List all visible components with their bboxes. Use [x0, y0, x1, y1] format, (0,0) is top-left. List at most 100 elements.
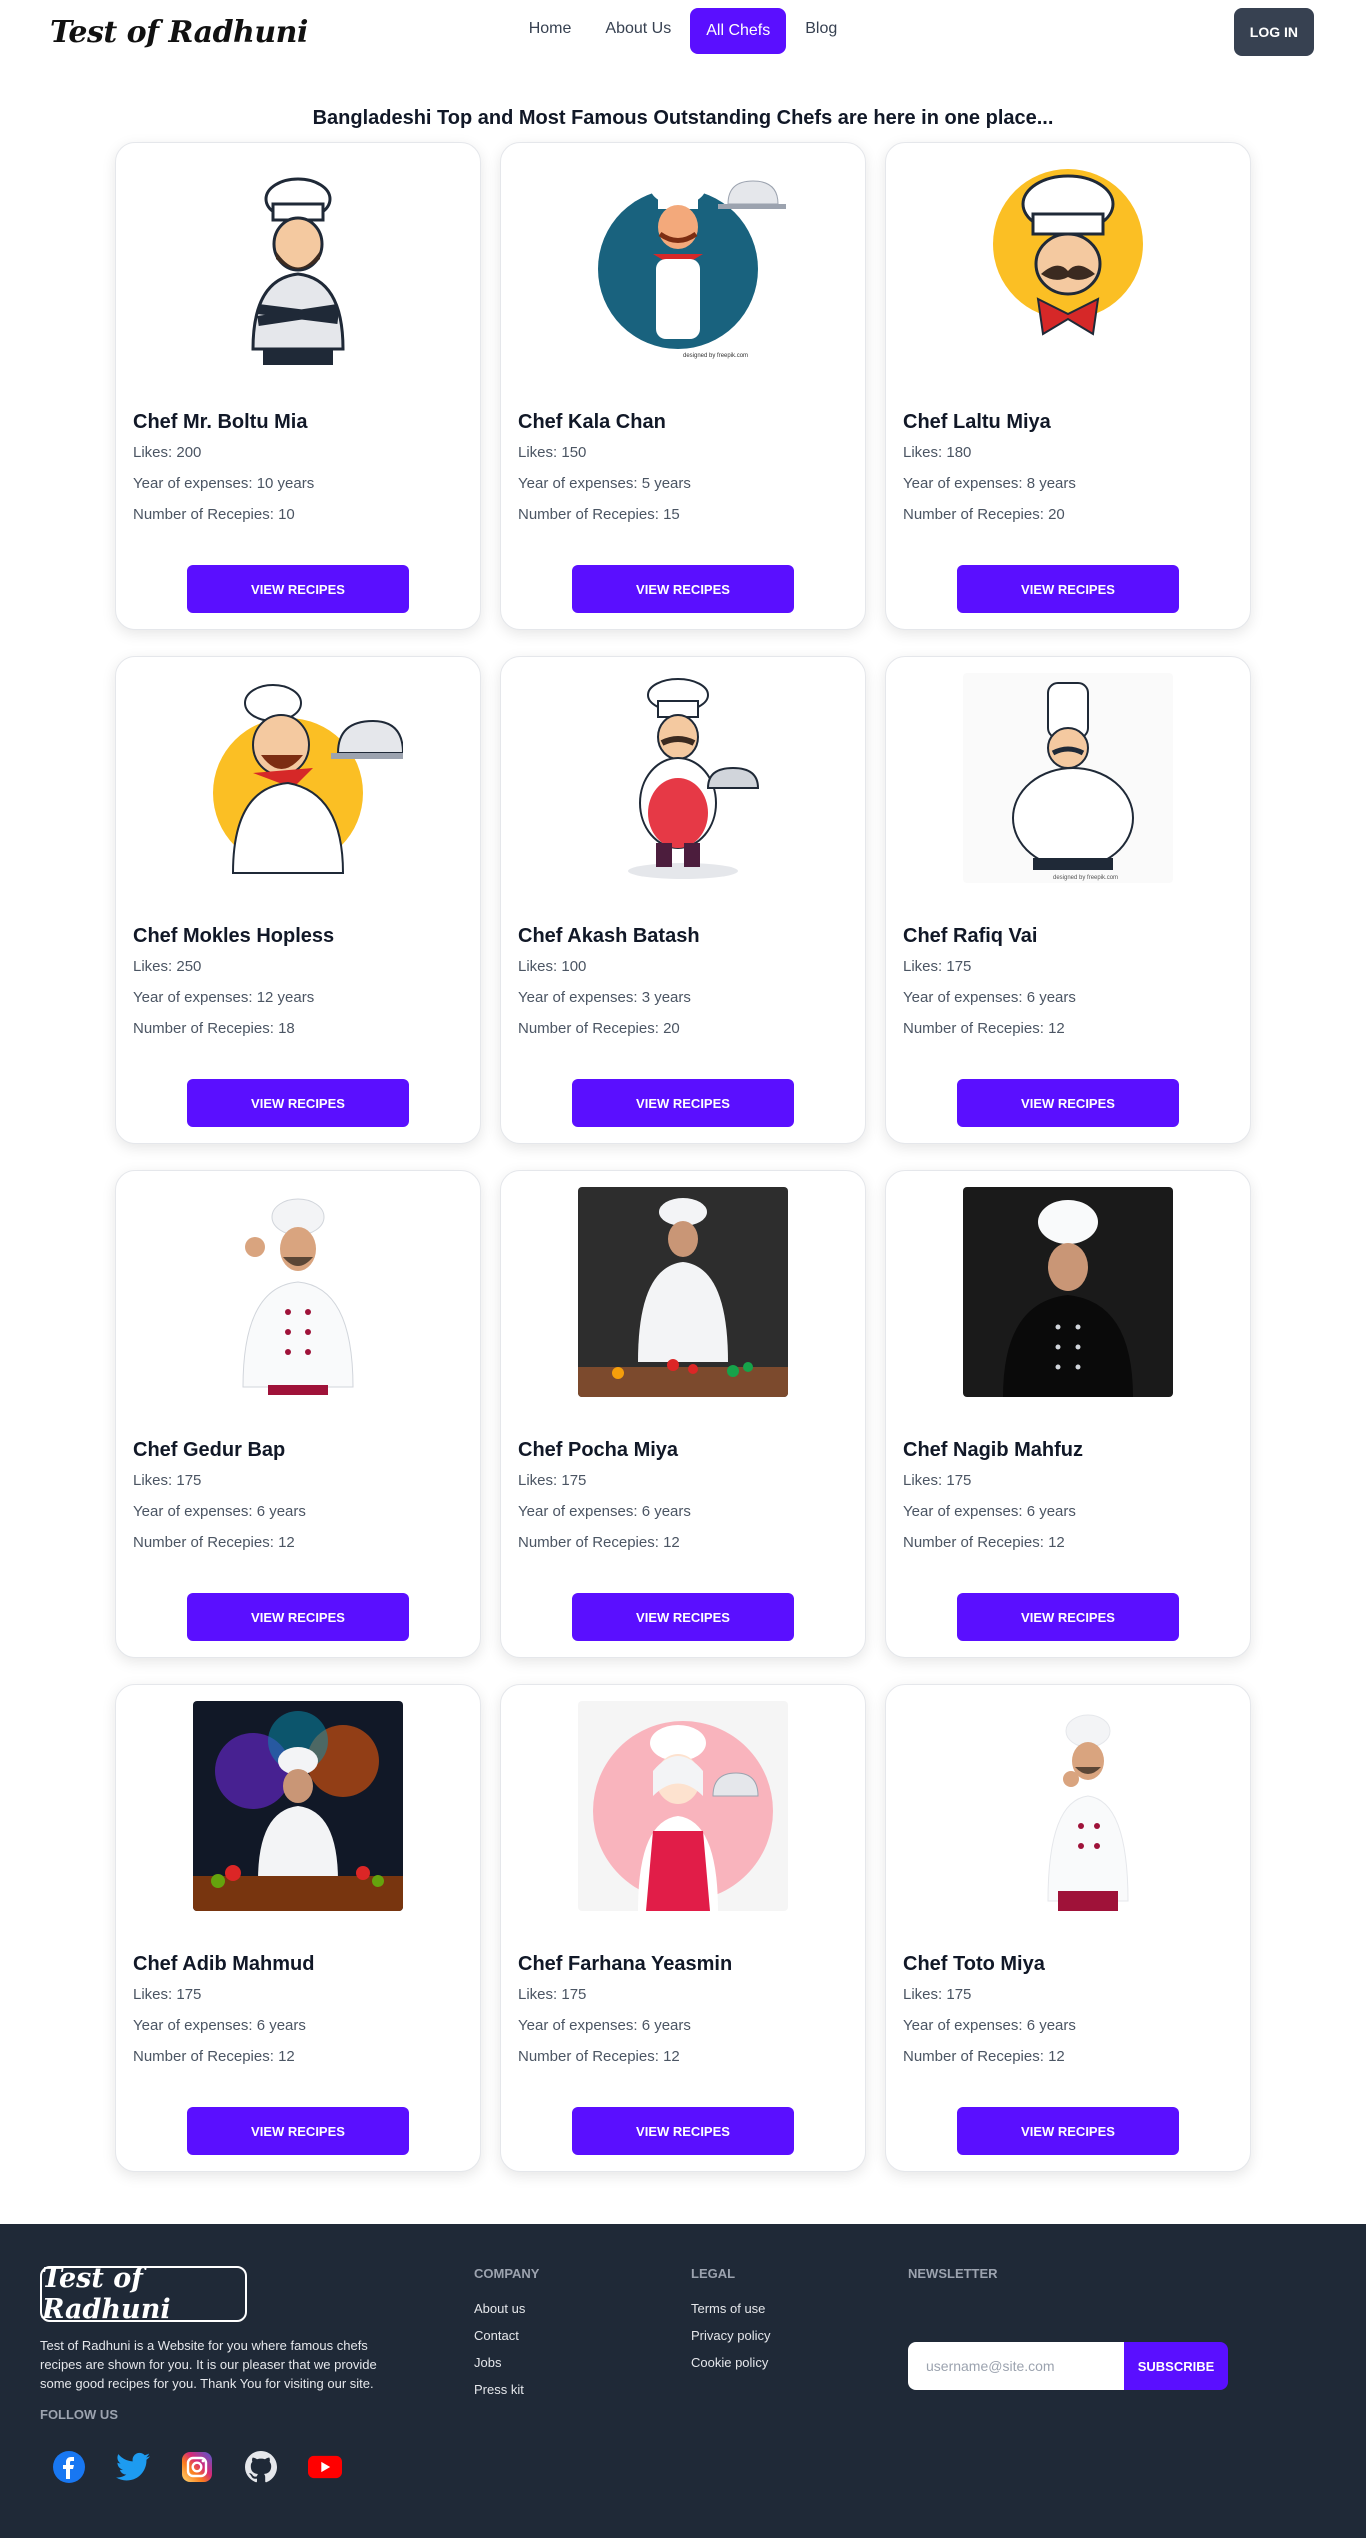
chef-name: Chef Nagib Mahfuz: [903, 1439, 1083, 1461]
newsletter-title: NEWSLETTER: [908, 2266, 998, 2281]
company-title: COMPANY: [474, 2266, 540, 2281]
chef-likes: Likes: 100: [518, 958, 587, 975]
chef-experience: Year of expenses: 3 years: [518, 989, 691, 1006]
chef-likes: Likes: 175: [903, 1986, 972, 2003]
social-links: [52, 2450, 342, 2484]
chef-recipe-count: Number of Recepies: 12: [903, 2048, 1065, 2065]
chef-likes: Likes: 175: [903, 1472, 972, 1489]
chef-experience: Year of expenses: 5 years: [518, 475, 691, 492]
chef-recipe-count: Number of Recepies: 20: [518, 1020, 680, 1037]
footer-logo[interactable]: Test of Radhuni: [40, 2263, 247, 2325]
view-recipes-button[interactable]: VIEW RECIPES: [957, 565, 1179, 613]
chef-card: designed by freepik.com Chef Kala Chan L…: [500, 142, 866, 630]
chef-image: [193, 1187, 403, 1397]
chef-recipe-count: Number of Recepies: 10: [133, 506, 295, 523]
footer-link-jobs[interactable]: Jobs: [474, 2355, 539, 2370]
view-recipes-button[interactable]: VIEW RECIPES: [187, 1593, 409, 1641]
view-recipes-button[interactable]: VIEW RECIPES: [187, 2107, 409, 2155]
chef-image: designed by freepik.com: [963, 673, 1173, 883]
footer-link-press-kit[interactable]: Press kit: [474, 2382, 539, 2397]
svg-text:designed by freepik.com: designed by freepik.com: [1053, 875, 1118, 881]
footer-legal: LEGAL Terms of use Privacy policy Cookie…: [691, 2266, 770, 2382]
view-recipes-button[interactable]: VIEW RECIPES: [957, 1593, 1179, 1641]
login-button[interactable]: LOG IN: [1233, 8, 1314, 56]
chef-name: Chef Toto Miya: [903, 1953, 1045, 1975]
nav-about-us[interactable]: About Us: [590, 8, 686, 54]
view-recipes-button[interactable]: VIEW RECIPES: [572, 565, 794, 613]
chef-likes: Likes: 175: [133, 1472, 202, 1489]
youtube-icon[interactable]: [308, 2450, 342, 2484]
chef-name: Chef Mr. Boltu Mia: [133, 411, 308, 433]
footer-link-terms[interactable]: Terms of use: [691, 2301, 770, 2316]
chef-experience: Year of expenses: 6 years: [133, 2017, 306, 2034]
chef-card: designed by freepik.com Chef Rafiq Vai L…: [885, 656, 1251, 1144]
chef-experience: Year of expenses: 6 years: [518, 1503, 691, 1520]
chef-card: Chef Nagib Mahfuz Likes: 175 Year of exp…: [885, 1170, 1251, 1658]
legal-title: LEGAL: [691, 2266, 736, 2281]
chef-experience: Year of expenses: 6 years: [518, 2017, 691, 2034]
twitter-icon[interactable]: [116, 2450, 150, 2484]
chef-name: Chef Laltu Miya: [903, 411, 1051, 433]
subscribe-button[interactable]: SUBSCRIBE: [1124, 2342, 1228, 2390]
view-recipes-button[interactable]: VIEW RECIPES: [187, 1079, 409, 1127]
chef-recipe-count: Number of Recepies: 18: [133, 1020, 295, 1037]
view-recipes-button[interactable]: VIEW RECIPES: [572, 1593, 794, 1641]
footer-link-contact[interactable]: Contact: [474, 2328, 539, 2343]
svg-text:designed by freepik.com: designed by freepik.com: [683, 353, 748, 359]
view-recipes-button[interactable]: VIEW RECIPES: [572, 2107, 794, 2155]
chef-experience: Year of expenses: 6 years: [903, 1503, 1076, 1520]
chef-recipe-count: Number of Recepies: 12: [903, 1534, 1065, 1551]
chef-card: Chef Laltu Miya Likes: 180 Year of expen…: [885, 142, 1251, 630]
chef-image: [193, 673, 403, 883]
nav-home[interactable]: Home: [514, 8, 587, 54]
footer-link-about[interactable]: About us: [474, 2301, 539, 2316]
chef-likes: Likes: 250: [133, 958, 202, 975]
footer-link-privacy[interactable]: Privacy policy: [691, 2328, 770, 2343]
chef-recipe-count: Number of Recepies: 12: [518, 2048, 680, 2065]
newsletter-email-input[interactable]: [908, 2342, 1124, 2390]
chef-experience: Year of expenses: 6 years: [903, 2017, 1076, 2034]
chef-grid: Chef Mr. Boltu Mia Likes: 200 Year of ex…: [115, 142, 1251, 2172]
footer-newsletter: NEWSLETTER: [908, 2266, 998, 2301]
chef-card: Chef Mr. Boltu Mia Likes: 200 Year of ex…: [115, 142, 481, 630]
chef-image: [193, 1701, 403, 1911]
nav-blog[interactable]: Blog: [790, 8, 852, 54]
chef-recipe-count: Number of Recepies: 12: [133, 2048, 295, 2065]
chef-name: Chef Pocha Miya: [518, 1439, 679, 1461]
chef-image: designed by freepik.com: [578, 159, 788, 369]
facebook-icon[interactable]: [52, 2450, 86, 2484]
chef-image: [193, 159, 403, 369]
footer-description: Test of Radhuni is a Website for you whe…: [40, 2338, 377, 2391]
github-icon[interactable]: [244, 2450, 278, 2484]
chef-name: Chef Farhana Yeasmin: [518, 1953, 733, 1975]
chef-image: [963, 1701, 1173, 1911]
chef-experience: Year of expenses: 8 years: [903, 475, 1076, 492]
view-recipes-button[interactable]: VIEW RECIPES: [957, 2107, 1179, 2155]
chef-name: Chef Mokles Hopless: [133, 925, 335, 947]
instagram-icon[interactable]: [180, 2450, 214, 2484]
chef-likes: Likes: 175: [518, 1986, 587, 2003]
chef-experience: Year of expenses: 12 years: [133, 989, 315, 1006]
chef-card: Chef Adib Mahmud Likes: 175 Year of expe…: [115, 1684, 481, 2172]
chef-likes: Likes: 180: [903, 444, 972, 461]
chef-card: Chef Pocha Miya Likes: 175 Year of expen…: [500, 1170, 866, 1658]
nav-all-chefs[interactable]: All Chefs: [690, 8, 787, 54]
chef-recipe-count: Number of Recepies: 12: [903, 1020, 1065, 1037]
chef-likes: Likes: 175: [133, 1986, 202, 2003]
chef-name: Chef Kala Chan: [518, 411, 666, 433]
footer-link-cookie[interactable]: Cookie policy: [691, 2355, 770, 2370]
view-recipes-button[interactable]: VIEW RECIPES: [572, 1079, 794, 1127]
chef-experience: Year of expenses: 6 years: [133, 1503, 306, 1520]
page-headline: Bangladeshi Top and Most Famous Outstand…: [312, 107, 1054, 129]
chef-image: [578, 1187, 788, 1397]
view-recipes-button[interactable]: VIEW RECIPES: [957, 1079, 1179, 1127]
site-logo[interactable]: Test of Radhuni: [50, 15, 308, 50]
chef-experience: Year of expenses: 6 years: [903, 989, 1076, 1006]
chef-likes: Likes: 175: [518, 1472, 587, 1489]
footer-company: COMPANY About us Contact Jobs Press kit: [474, 2266, 539, 2409]
chef-experience: Year of expenses: 10 years: [133, 475, 315, 492]
chef-card: Chef Akash Batash Likes: 100 Year of exp…: [500, 656, 866, 1144]
chef-recipe-count: Number of Recepies: 12: [518, 1534, 680, 1551]
view-recipes-button[interactable]: VIEW RECIPES: [187, 565, 409, 613]
chef-card: Chef Toto Miya Likes: 175 Year of expens…: [885, 1684, 1251, 2172]
